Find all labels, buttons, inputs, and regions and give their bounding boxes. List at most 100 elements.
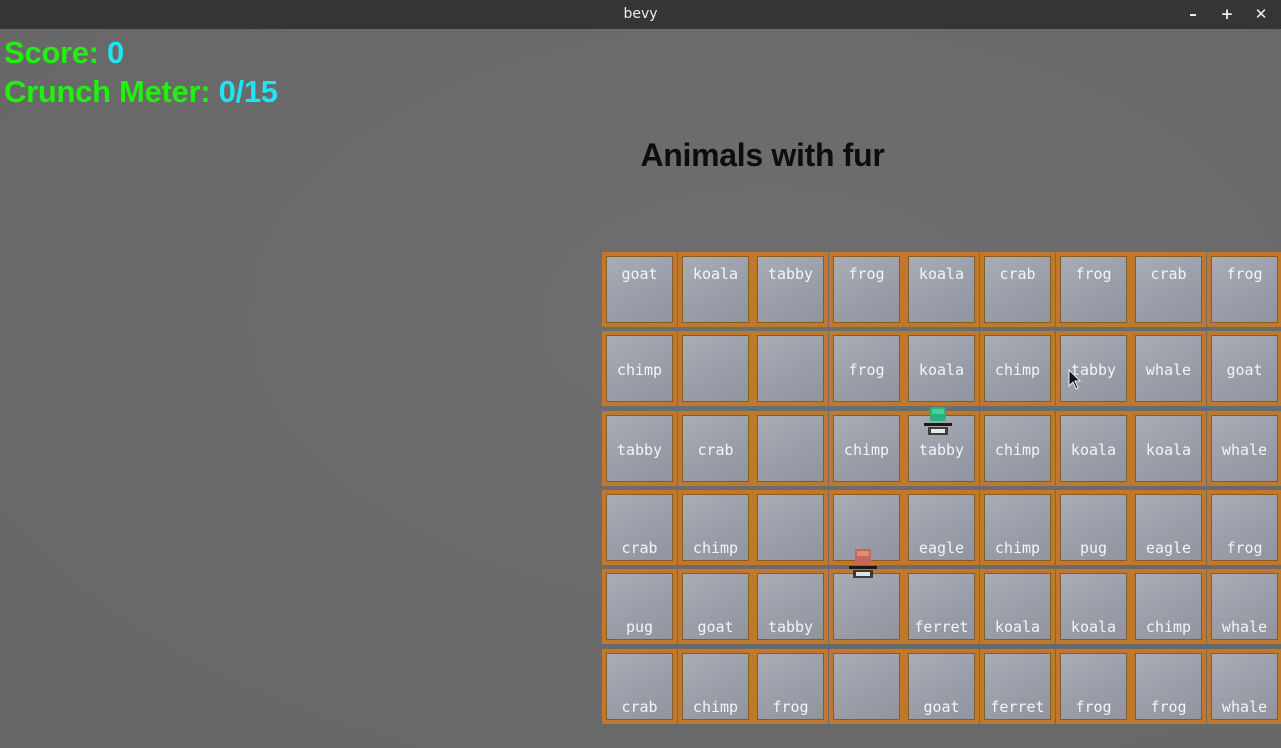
cell-word: crab <box>621 698 658 716</box>
cell-word: frog <box>1150 698 1187 716</box>
grid-cell[interactable]: tabby <box>602 411 677 486</box>
grid-cell[interactable]: chimp <box>1131 569 1206 644</box>
cell-word: koala <box>692 265 739 283</box>
grid-cell[interactable]: whale <box>1207 411 1281 486</box>
cell-word: whale <box>1221 441 1268 459</box>
cell-word: eagle <box>1145 539 1192 557</box>
grid-cell[interactable] <box>829 649 904 724</box>
grid-cell[interactable]: crab <box>678 411 753 486</box>
grid-cell[interactable]: crab <box>602 649 677 724</box>
window-titlebar: bevy – + ✕ <box>0 0 1281 29</box>
grid-cell[interactable]: koala <box>1056 411 1131 486</box>
grid-cell[interactable] <box>678 331 753 406</box>
grid-cell[interactable]: chimp <box>678 490 753 565</box>
grid-cell[interactable]: ferret <box>980 649 1055 724</box>
grid-cell[interactable]: pug <box>602 569 677 644</box>
cell-word: pug <box>1079 539 1108 557</box>
crunch-meter-label: Crunch Meter: <box>4 74 211 109</box>
grid-cell[interactable]: koala <box>980 569 1055 644</box>
cell-word: crab <box>697 441 734 459</box>
minimize-button[interactable]: – <box>1181 2 1205 26</box>
cell-word: frog <box>1075 698 1112 716</box>
cell-word: chimp <box>616 361 663 379</box>
cell-word: koala <box>1145 441 1192 459</box>
grid-cell[interactable] <box>753 490 828 565</box>
grid-cell[interactable]: pug <box>1056 490 1131 565</box>
grid-cell[interactable]: chimp <box>980 411 1055 486</box>
cell-word: goat <box>697 618 734 636</box>
cell-word: tabby <box>767 618 814 636</box>
grid-cell[interactable]: chimp <box>678 649 753 724</box>
grid-cell[interactable]: ferret <box>904 569 979 644</box>
troggle-sprite <box>849 549 877 578</box>
window-title: bevy <box>623 6 658 22</box>
grid-cell[interactable]: whale <box>1207 569 1281 644</box>
grid-cell[interactable]: koala <box>904 331 979 406</box>
cell-word: chimp <box>994 539 1041 557</box>
maximize-button[interactable]: + <box>1215 2 1239 26</box>
grid-cell[interactable]: whale <box>1207 649 1281 724</box>
score-value: 0 <box>107 35 124 70</box>
grid-cell[interactable]: whale <box>1131 331 1206 406</box>
grid-cell[interactable]: chimp <box>980 490 1055 565</box>
cell-word: frog <box>1226 539 1263 557</box>
cell-word: goat <box>923 698 960 716</box>
grid-cell[interactable]: chimp <box>602 331 677 406</box>
cell-word: tabby <box>616 441 663 459</box>
category-prompt: Animals with fur <box>640 137 885 173</box>
crunch-meter-display: Crunch Meter: 0/15 <box>4 74 278 110</box>
grid-cell[interactable]: frog <box>1056 252 1131 327</box>
score-display: Score: 0 <box>4 35 124 71</box>
grid-cell[interactable]: koala <box>904 252 979 327</box>
cell-word: chimp <box>692 539 739 557</box>
cell-word: ferret <box>990 698 1045 716</box>
grid-cell[interactable]: koala <box>1131 411 1206 486</box>
grid-cell[interactable]: goat <box>678 569 753 644</box>
grid-cell[interactable]: chimp <box>980 331 1055 406</box>
grid-cell[interactable]: crab <box>1131 252 1206 327</box>
grid-cell[interactable]: frog <box>1207 252 1281 327</box>
grid-cell[interactable]: crab <box>980 252 1055 327</box>
grid-cell[interactable]: frog <box>829 252 904 327</box>
cell-word: tabby <box>767 265 814 283</box>
grid-cell[interactable]: frog <box>1056 649 1131 724</box>
grid-cell[interactable]: goat <box>904 649 979 724</box>
game-viewport[interactable]: Score: 0 Crunch Meter: 0/15 Animals with… <box>0 29 1281 748</box>
score-label: Score: <box>4 35 99 70</box>
grid-cell[interactable]: tabby <box>753 252 828 327</box>
cell-word: goat <box>621 265 658 283</box>
grid-cell[interactable]: frog <box>1207 490 1281 565</box>
crunch-meter-value: 0/15 <box>218 74 278 109</box>
grid-cell[interactable]: goat <box>602 252 677 327</box>
cell-word: frog <box>1226 265 1263 283</box>
cell-word: frog <box>1075 265 1112 283</box>
grid-cell[interactable] <box>753 331 828 406</box>
cell-word: frog <box>772 698 809 716</box>
cell-word: eagle <box>918 539 965 557</box>
grid-cell[interactable]: tabby <box>753 569 828 644</box>
grid-cell[interactable]: koala <box>678 252 753 327</box>
grid-cell[interactable]: koala <box>1056 569 1131 644</box>
cell-word: ferret <box>914 618 969 636</box>
cell-word: koala <box>1070 618 1117 636</box>
grid-cell[interactable]: frog <box>829 331 904 406</box>
cell-word: chimp <box>1145 618 1192 636</box>
cell-word: whale <box>1145 361 1192 379</box>
cell-word: whale <box>1221 698 1268 716</box>
grid-cell[interactable]: eagle <box>904 490 979 565</box>
cell-word: frog <box>848 265 885 283</box>
grid-cell[interactable]: eagle <box>1131 490 1206 565</box>
grid-cell[interactable]: goat <box>1207 331 1281 406</box>
grid-cell[interactable]: frog <box>1131 649 1206 724</box>
cell-word: whale <box>1221 618 1268 636</box>
grid-cell[interactable] <box>753 411 828 486</box>
cell-word: crab <box>621 539 658 557</box>
grid-cell[interactable]: chimp <box>829 411 904 486</box>
cell-word: goat <box>1226 361 1263 379</box>
mouse-pointer-icon <box>1068 369 1082 390</box>
grid-cell[interactable]: crab <box>602 490 677 565</box>
cell-word: chimp <box>692 698 739 716</box>
close-button[interactable]: ✕ <box>1249 2 1273 26</box>
grid-cell[interactable]: frog <box>753 649 828 724</box>
cell-word: pug <box>625 618 654 636</box>
